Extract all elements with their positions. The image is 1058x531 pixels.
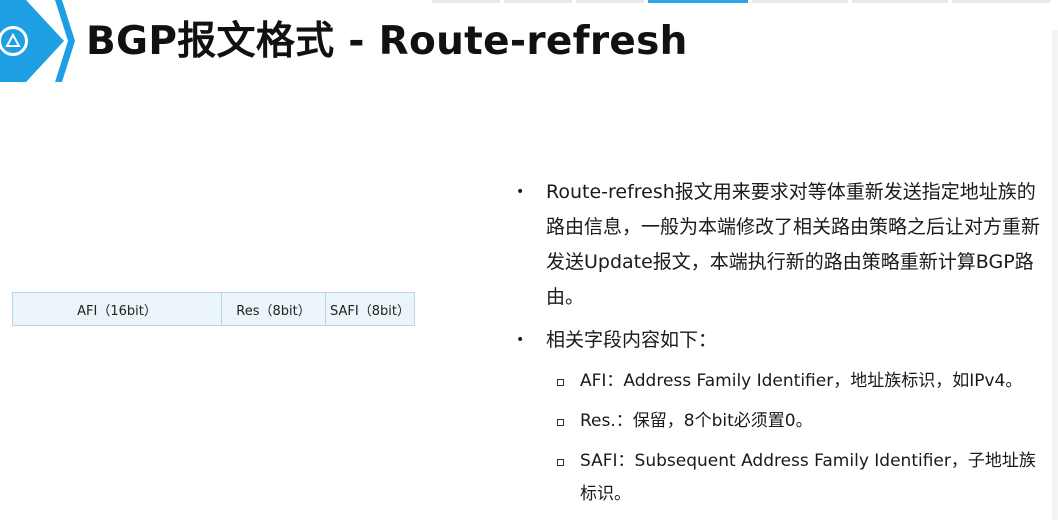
bullet-item: • Route-refresh报文用来要求对等体重新发送指定地址族的路由信息，一… [512,175,1052,315]
bullet-text: Route-refresh报文用来要求对等体重新发送指定地址族的路由信息，一般为… [546,181,1041,308]
top-divider [432,0,500,3]
square-bullet-icon [557,379,564,386]
field-res: Res（8bit） [221,293,325,325]
page-title: BGP报文格式 - Route-refresh [86,19,688,64]
bullet-item: • 相关字段内容如下： [512,323,1052,358]
sub-bullet-item: SAFI：Subsequent Address Family Identifie… [512,445,1050,511]
bullet-dot-icon: • [516,184,525,200]
scrollbar[interactable] [1052,30,1058,520]
field-afi: AFI（16bit） [77,303,157,319]
sub-bullet-text: SAFI：Subsequent Address Family Identifie… [580,451,1036,504]
slide: BGP报文格式 - Route-refresh AFI（16bit） Res（8… [0,0,1058,531]
bullet-text: 相关字段内容如下： [546,329,718,351]
top-divider [576,0,644,3]
sub-bullet-text: AFI：Address Family Identifier，地址族标识，如IPv… [580,371,1023,391]
top-divider [952,0,1050,3]
square-bullet-icon [557,459,564,466]
packet-format-table: AFI（16bit） Res（8bit） SAFI（8bit） [12,292,415,326]
top-divider [752,0,848,3]
field-safi: SAFI（8bit） [325,293,414,325]
square-bullet-icon [557,419,564,426]
sub-bullet-text: Res.：保留，8个bit必须置0。 [580,411,813,431]
top-divider [852,0,948,3]
sub-bullet-item: Res.：保留，8个bit必须置0。 [512,405,1052,438]
sub-bullet-item: AFI：Address Family Identifier，地址族标识，如IPv… [512,365,1052,398]
top-divider [504,0,572,3]
bullet-dot-icon: • [516,332,525,348]
top-divider-active [648,0,748,3]
bullet-list: • Route-refresh报文用来要求对等体重新发送指定地址族的路由信息，一… [512,175,1052,511]
